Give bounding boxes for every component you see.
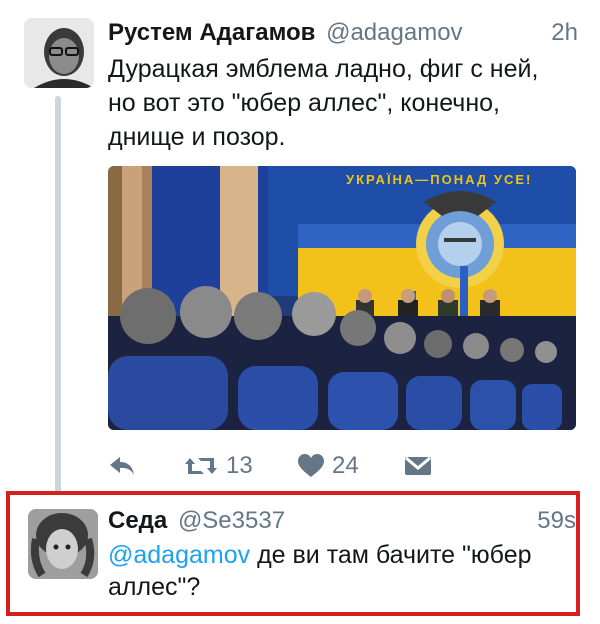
retweet-button[interactable]: 13	[184, 448, 253, 484]
direct-message-icon	[405, 456, 431, 475]
retweet-icon	[185, 458, 217, 474]
conference-photo	[108, 166, 576, 430]
tweet-text-line: @adagamov де ви там бачите "юбер	[108, 539, 558, 571]
mention-link[interactable]: @adagamov	[108, 541, 250, 569]
tweet-timestamp[interactable]: 59s	[537, 505, 576, 537]
author-name[interactable]: Седа	[108, 507, 167, 534]
tweet-timestamp[interactable]: 2h	[551, 16, 578, 50]
thread-connector	[55, 96, 61, 496]
timeline: Рустем Адагамов @adagamov 2h Дурацкая эм…	[0, 0, 600, 624]
tweet-header: Седа @Se3537	[108, 505, 548, 537]
like-button[interactable]: 24	[298, 448, 359, 484]
avatar-photo	[24, 18, 94, 88]
author-handle[interactable]: @adagamov	[326, 19, 462, 46]
author-handle[interactable]: @Se3537	[178, 507, 285, 534]
tweet-actions: 13 24	[108, 448, 578, 484]
tweet-text-fragment: де ви там бачите "юбер	[250, 541, 532, 569]
tweet-text-line: но вот это "юбер аллес", конечно,	[108, 89, 500, 117]
avatar[interactable]	[24, 18, 94, 88]
tweet-text: @adagamov де ви там бачите "юбер аллес"?	[108, 539, 558, 603]
direct-message-button[interactable]	[404, 448, 432, 484]
reply-button[interactable]	[108, 448, 136, 484]
tweet-text-line: аллес"?	[108, 573, 201, 601]
banner-text: УКРАЇНА—ПОНАД УСЕ!	[346, 172, 533, 187]
avatar-photo	[28, 509, 98, 579]
tweet-text: Дурацкая эмблема ладно, фиг с ней, но во…	[108, 52, 578, 154]
tweet-header: Рустем Адагамов @adagamov	[108, 16, 578, 50]
author-name[interactable]: Рустем Адагамов	[108, 19, 315, 46]
tweet-media-photo[interactable]: УКРАЇНА—ПОНАД УСЕ!	[108, 166, 576, 430]
heart-icon	[298, 454, 324, 477]
retweet-count: 13	[226, 452, 253, 479]
tweet-text-line: Дурацкая эмблема ладно, фиг с ней,	[108, 55, 539, 83]
like-count: 24	[332, 452, 359, 479]
reply-icon	[110, 457, 134, 475]
avatar[interactable]	[28, 509, 98, 579]
tweet-seda-highlighted[interactable]: Седа @Se3537 59s @adagamov де ви там бач…	[6, 491, 580, 616]
tweet-adagamov[interactable]: Рустем Адагамов @adagamov 2h Дурацкая эм…	[0, 0, 600, 496]
tweet-text-line: днище и позор.	[108, 123, 286, 151]
